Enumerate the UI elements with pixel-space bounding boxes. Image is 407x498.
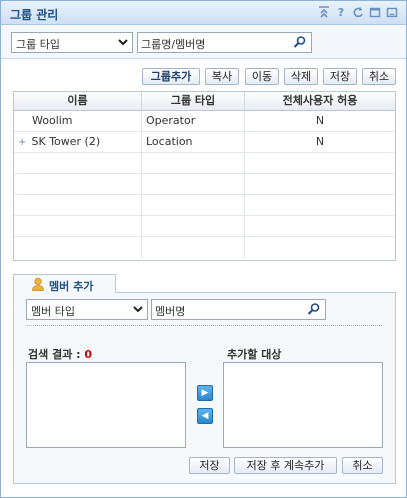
search-icon[interactable] (307, 302, 321, 316)
member-type-select[interactable]: 멤버 타입 (26, 299, 148, 320)
add-group-button[interactable]: 그룹추가 (142, 68, 200, 85)
table-row (14, 216, 395, 237)
person-icon (31, 277, 45, 291)
move-button[interactable]: 이동 (245, 68, 279, 85)
table-row (14, 153, 395, 174)
cell-allow-all: N (315, 135, 325, 148)
add-target-label: 추가할 대상 (227, 348, 282, 361)
cell-name: Woolim (14, 111, 142, 131)
delete-button[interactable]: 삭제 (284, 68, 318, 85)
group-type-select[interactable]: 그룹 타입 (11, 32, 133, 53)
member-search-input[interactable]: 멤버명 (151, 299, 326, 320)
move-right-button[interactable]: ▶ (197, 385, 213, 401)
table-row (14, 174, 395, 195)
member-cancel-button[interactable]: 취소 (342, 457, 383, 474)
help-icon[interactable]: ? (335, 6, 347, 19)
column-header-group-type[interactable]: 그룹 타입 (142, 92, 245, 110)
table-row (14, 237, 395, 258)
column-header-allow-all[interactable]: 전체사용자 허용 (245, 92, 395, 110)
title-bar-icons: ? (318, 6, 398, 19)
copy-button[interactable]: 복사 (205, 68, 239, 85)
search-result-list[interactable] (26, 362, 186, 448)
group-search-input[interactable]: 그룹명/멤버명 (137, 32, 312, 53)
chevron-down-icon (118, 35, 128, 52)
table-row[interactable]: + SK Tower (2) Location N (14, 132, 395, 153)
window-title: 그룹 관리 (10, 8, 59, 22)
group-filter-bar: 그룹 타입 그룹명/멤버명 (1, 26, 406, 59)
search-result-label: 검색 결과 : 0 (28, 348, 93, 361)
add-target-list[interactable] (223, 362, 383, 448)
search-icon[interactable] (293, 35, 307, 49)
panel-divider (27, 325, 382, 326)
move-left-button[interactable]: ◀ (197, 408, 213, 424)
close-icon[interactable] (386, 6, 398, 19)
arrow-right-icon: ▶ (201, 388, 209, 398)
refresh-icon[interactable] (352, 6, 364, 19)
tab-member-add[interactable]: 멤버 추가 (13, 274, 116, 293)
member-save-button[interactable]: 저장 (189, 457, 230, 474)
cancel-button[interactable]: 취소 (362, 68, 396, 85)
title-bar: 그룹 관리 ? (1, 1, 406, 25)
cell-type: Operator (142, 111, 245, 131)
arrow-left-icon: ◀ (201, 411, 209, 421)
group-table: 이름 그룹 타입 전체사용자 허용 Woolim Operator N + SK… (13, 91, 396, 261)
restore-icon[interactable] (369, 6, 381, 19)
cell-allow-all: N (315, 114, 325, 127)
column-header-name[interactable]: 이름 (14, 92, 142, 110)
search-result-count: 0 (84, 348, 93, 361)
table-header: 이름 그룹 타입 전체사용자 허용 (14, 92, 395, 111)
expand-plus-icon[interactable]: + (18, 133, 28, 153)
save-and-continue-button[interactable]: 저장 후 계속추가 (234, 457, 337, 474)
table-row (14, 195, 395, 216)
save-button[interactable]: 저장 (323, 68, 357, 85)
collapse-icon[interactable] (318, 6, 330, 19)
cell-type: Location (142, 132, 245, 152)
cell-name: + SK Tower (2) (14, 132, 142, 152)
group-management-window: 그룹 관리 ? 그룹 타입 그룹명/멤버명 그룹추가 복사 이동 삭제 저장 취… (0, 0, 407, 498)
table-row[interactable]: Woolim Operator N (14, 111, 395, 132)
chevron-down-icon (133, 302, 143, 319)
